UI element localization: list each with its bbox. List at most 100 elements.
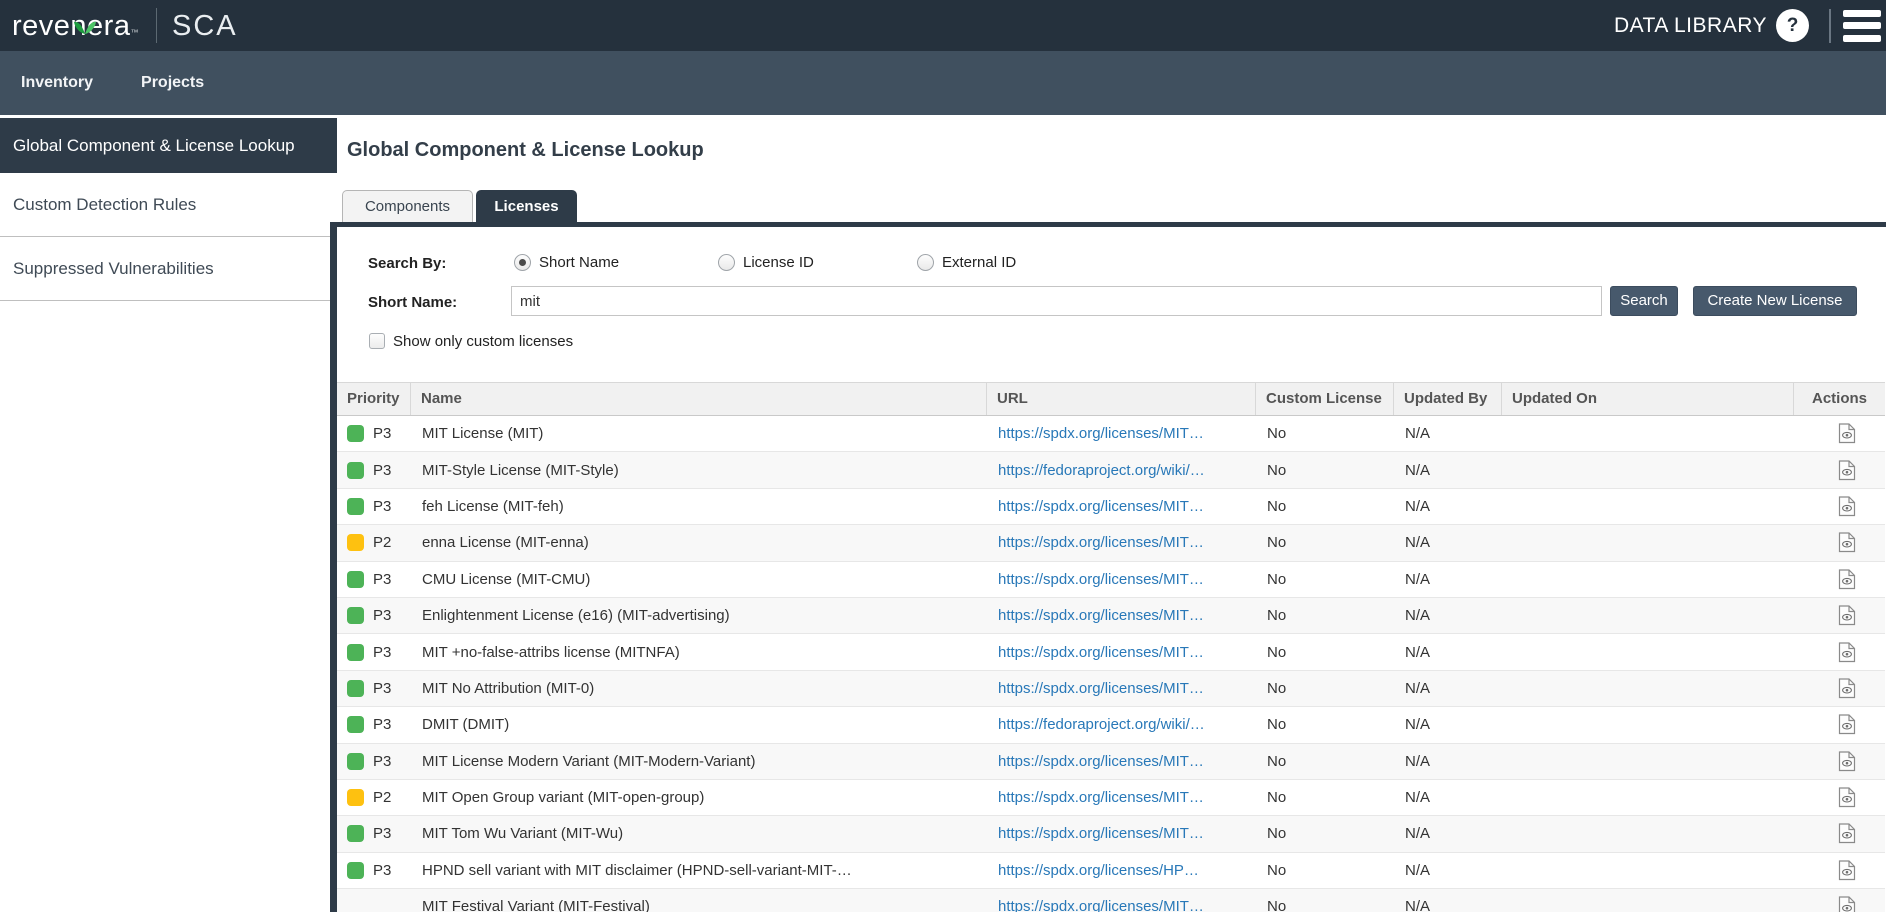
license-name-cell: CMU License (MIT-CMU) <box>411 571 987 588</box>
updated-by-cell: N/A <box>1394 680 1502 697</box>
updated-by-cell: N/A <box>1394 571 1502 588</box>
license-url-link[interactable]: https://spdx.org/licenses/MIT… <box>998 425 1204 442</box>
actions-cell <box>1794 496 1885 517</box>
column-header-updated-by[interactable]: Updated By <box>1394 383 1502 415</box>
license-name-cell: MIT License (MIT) <box>411 425 987 442</box>
license-name-cell: MIT-Style License (MIT-Style) <box>411 462 987 479</box>
radio-group-license-id: License ID <box>718 254 814 271</box>
column-header-priority[interactable]: Priority <box>337 383 411 415</box>
license-url-link[interactable]: https://spdx.org/licenses/MIT… <box>998 680 1204 697</box>
license-url-link[interactable]: https://spdx.org/licenses/MIT… <box>998 498 1204 515</box>
priority-value: P3 <box>373 425 391 442</box>
table-row: P2enna License (MIT-enna)https://spdx.or… <box>337 525 1885 561</box>
custom-license-cell: No <box>1256 716 1394 733</box>
priority-cell: P2 <box>337 534 411 551</box>
search-button[interactable]: Search <box>1610 286 1678 316</box>
url-cell: https://fedoraproject.org/wiki/… <box>987 716 1256 733</box>
tab-licenses[interactable]: Licenses <box>476 190 577 223</box>
table-row: P3MIT-Style License (MIT-Style)https://f… <box>337 452 1885 488</box>
priority-value: P3 <box>373 644 391 661</box>
custom-license-cell: No <box>1256 862 1394 879</box>
radio-short-name[interactable] <box>514 254 531 271</box>
radio-group-short-name: Short Name <box>514 254 619 271</box>
tab-components[interactable]: Components <box>342 190 473 223</box>
view-license-button[interactable] <box>1838 823 1856 844</box>
url-cell: https://spdx.org/licenses/HP… <box>987 862 1256 879</box>
view-license-button[interactable] <box>1838 860 1856 881</box>
priority-badge <box>347 789 364 806</box>
revenera-logo[interactable]: revenera™ <box>12 6 139 46</box>
view-license-button[interactable] <box>1838 896 1856 912</box>
sidebar-item-custom-detection-rules[interactable]: Custom Detection Rules <box>0 173 330 237</box>
table-row: P3HPND sell variant with MIT disclaimer … <box>337 853 1885 889</box>
radio-external-id[interactable] <box>917 254 934 271</box>
show-only-custom-licenses-checkbox[interactable] <box>369 333 385 349</box>
radio-license-id[interactable] <box>718 254 735 271</box>
table-row: P3MIT License Modern Variant (MIT-Modern… <box>337 744 1885 780</box>
updated-by-cell: N/A <box>1394 462 1502 479</box>
license-url-link[interactable]: https://spdx.org/licenses/HP… <box>998 862 1199 879</box>
sidebar-item-suppressed-vulnerabilities[interactable]: Suppressed Vulnerabilities <box>0 237 330 301</box>
license-url-link[interactable]: https://fedoraproject.org/wiki/… <box>998 716 1205 733</box>
column-header-custom-license[interactable]: Custom License <box>1256 383 1394 415</box>
table-row: P2MIT Open Group variant (MIT-open-group… <box>337 780 1885 816</box>
view-license-button[interactable] <box>1838 787 1856 808</box>
custom-license-cell: No <box>1256 825 1394 842</box>
license-url-link[interactable]: https://fedoraproject.org/wiki/… <box>998 462 1205 479</box>
logo-text: revenera <box>12 10 130 42</box>
view-license-button[interactable] <box>1838 423 1856 444</box>
custom-license-cell: No <box>1256 607 1394 624</box>
show-only-custom-licenses-label: Show only custom licenses <box>393 333 573 350</box>
priority-badge <box>347 825 364 842</box>
table-row: P3MIT +no-false-attribs license (MITNFA)… <box>337 634 1885 670</box>
column-header-actions[interactable]: Actions <box>1794 383 1885 415</box>
view-license-button[interactable] <box>1838 496 1856 517</box>
sidebar: Global Component & License LookupCustom … <box>0 115 330 912</box>
priority-badge <box>347 462 364 479</box>
url-cell: https://spdx.org/licenses/MIT… <box>987 571 1256 588</box>
license-url-link[interactable]: https://spdx.org/licenses/MIT… <box>998 644 1204 661</box>
priority-cell: P3 <box>337 607 411 624</box>
license-name-cell: HPND sell variant with MIT disclaimer (H… <box>411 862 987 879</box>
license-name-cell: MIT Tom Wu Variant (MIT-Wu) <box>411 825 987 842</box>
priority-badge <box>347 571 364 588</box>
priority-value: P3 <box>373 680 391 697</box>
priority-badge <box>347 607 364 624</box>
license-name-cell: Enlightenment License (e16) (MIT-adverti… <box>411 607 987 624</box>
view-license-button[interactable] <box>1838 642 1856 663</box>
view-license-button[interactable] <box>1838 532 1856 553</box>
view-license-button[interactable] <box>1838 460 1856 481</box>
sidebar-item-global-component-license-lookup[interactable]: Global Component & License Lookup <box>0 115 337 173</box>
view-license-button[interactable] <box>1838 569 1856 590</box>
short-name-input[interactable] <box>511 286 1602 316</box>
license-url-link[interactable]: https://spdx.org/licenses/MIT… <box>998 534 1204 551</box>
column-header-updated-on[interactable]: Updated On <box>1502 383 1794 415</box>
radio-label-license-id: License ID <box>743 254 814 271</box>
license-url-link[interactable]: https://spdx.org/licenses/MIT… <box>998 607 1204 624</box>
hamburger-menu-icon[interactable] <box>1843 10 1881 42</box>
actions-cell <box>1794 569 1885 590</box>
updated-by-cell: N/A <box>1394 898 1502 912</box>
view-license-button[interactable] <box>1838 714 1856 735</box>
column-header-url[interactable]: URL <box>987 383 1256 415</box>
view-license-button[interactable] <box>1838 751 1856 772</box>
data-library-link[interactable]: DATA LIBRARY <box>1614 14 1767 38</box>
table-header-row: PriorityNameURLCustom LicenseUpdated ByU… <box>337 382 1885 416</box>
nav-item-projects[interactable]: Projects <box>141 74 204 92</box>
view-license-button[interactable] <box>1838 678 1856 699</box>
column-header-name[interactable]: Name <box>411 383 987 415</box>
create-new-license-button[interactable]: Create New License <box>1693 286 1857 316</box>
license-url-link[interactable]: https://spdx.org/licenses/MIT… <box>998 825 1204 842</box>
license-url-link[interactable]: https://spdx.org/licenses/MIT… <box>998 898 1204 912</box>
license-url-link[interactable]: https://spdx.org/licenses/MIT… <box>998 789 1204 806</box>
license-url-link[interactable]: https://spdx.org/licenses/MIT… <box>998 753 1204 770</box>
help-icon[interactable]: ? <box>1776 9 1809 42</box>
url-cell: https://spdx.org/licenses/MIT… <box>987 534 1256 551</box>
search-by-label: Search By: <box>368 255 446 272</box>
license-name-cell: MIT Festival Variant (MIT-Festival) <box>411 898 987 912</box>
license-url-link[interactable]: https://spdx.org/licenses/MIT… <box>998 571 1204 588</box>
nav-item-inventory[interactable]: Inventory <box>21 74 93 92</box>
table-row: P3 MIT License (MIT) https://spdx.org/lice… <box>337 416 1885 452</box>
license-name-cell: MIT Open Group variant (MIT-open-group) <box>411 789 987 806</box>
view-license-button[interactable] <box>1838 605 1856 626</box>
